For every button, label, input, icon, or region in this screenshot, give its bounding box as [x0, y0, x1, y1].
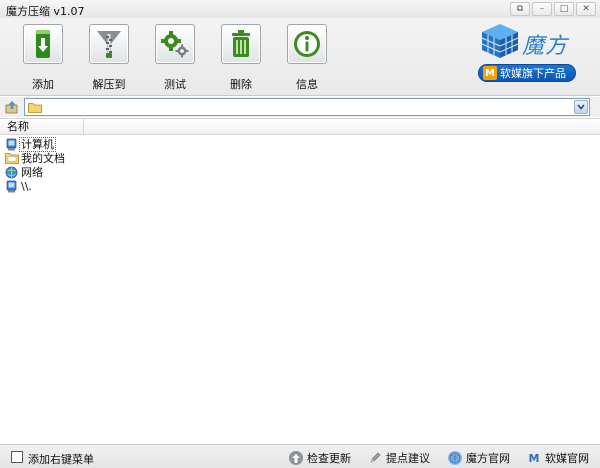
- ruanmei-product-button[interactable]: M 软媒旗下产品: [478, 64, 576, 82]
- globe-icon: [448, 451, 462, 465]
- window-title: 魔方压缩 v1.07: [6, 5, 85, 18]
- column-header-name[interactable]: 名称: [0, 119, 84, 135]
- official-site-link[interactable]: 魔方官网: [448, 450, 510, 466]
- window-controls: ⧉ – □ ✕: [510, 2, 596, 16]
- info-label: 信息: [296, 78, 318, 91]
- context-menu-label[interactable]: 添加右键菜单: [28, 451, 94, 467]
- brand-area: 魔方 M 软媒旗下产品: [476, 20, 600, 94]
- toolbar: 添加 解压到 测试 删除 信息 魔方 M 软媒旗下产品: [0, 18, 600, 96]
- list-item[interactable]: \\.: [4, 179, 66, 193]
- info-button[interactable]: 信息: [275, 24, 339, 92]
- chevron-down-icon[interactable]: [574, 100, 588, 114]
- brand-name: 魔方: [522, 34, 569, 59]
- info-icon: [287, 24, 327, 64]
- test-label: 测试: [164, 78, 186, 91]
- extract-button[interactable]: 解压到: [77, 24, 141, 92]
- close-icon[interactable]: ✕: [576, 2, 596, 16]
- gear-icon: [155, 24, 195, 64]
- add-button[interactable]: 添加: [11, 24, 75, 92]
- check-update-link[interactable]: 检查更新: [289, 450, 351, 466]
- ruanmei-logo-icon: M: [528, 451, 540, 465]
- computer-icon: [4, 138, 19, 151]
- network-icon: [4, 166, 19, 179]
- list-item[interactable]: 我的文档: [4, 151, 66, 165]
- list-item-label: 网络: [21, 165, 43, 179]
- trash-icon: [221, 24, 261, 64]
- feedback-link[interactable]: 提点建议: [368, 450, 430, 466]
- list-item-label: 我的文档: [21, 151, 65, 165]
- list-rows: 计算机 我的文档 网络 \\.: [4, 136, 66, 193]
- delete-button[interactable]: 删除: [209, 24, 273, 92]
- add-label: 添加: [32, 78, 54, 91]
- up-folder-icon[interactable]: [5, 100, 19, 114]
- status-bar: 添加右键菜单 检查更新 提点建议 魔方官网 M 软媒官网: [0, 444, 600, 468]
- minimize-icon[interactable]: –: [532, 2, 552, 16]
- test-button[interactable]: 测试: [143, 24, 207, 92]
- extract-label: 解压到: [92, 78, 126, 91]
- title-bar: 魔方压缩 v1.07 ⧉ – □ ✕: [0, 0, 600, 18]
- arrow-up-icon: [289, 451, 303, 465]
- context-menu-checkbox[interactable]: [11, 451, 23, 463]
- delete-label: 删除: [230, 78, 252, 91]
- restore-icon[interactable]: ⧉: [510, 2, 530, 16]
- add-icon: [23, 24, 63, 64]
- path-combobox[interactable]: [24, 98, 590, 116]
- list-header: 名称: [0, 119, 600, 135]
- file-list[interactable]: 名称 计算机 我的文档 网络 \\.: [0, 118, 600, 444]
- ruanmei-site-link[interactable]: M 软媒官网: [527, 450, 589, 466]
- computer-icon: [4, 180, 19, 193]
- list-item[interactable]: 网络: [4, 165, 66, 179]
- ruanmei-product-label: 软媒旗下产品: [500, 67, 566, 80]
- pencil-icon: [368, 451, 382, 465]
- list-item-label: \\.: [21, 179, 32, 193]
- list-item[interactable]: 计算机: [4, 136, 66, 152]
- list-item-label: 计算机: [19, 136, 56, 152]
- zipper-icon: [89, 24, 129, 64]
- path-bar: [0, 97, 600, 117]
- maximize-icon[interactable]: □: [554, 2, 574, 16]
- cube-logo-icon: [481, 24, 519, 58]
- documents-icon: [4, 152, 19, 165]
- folder-icon: [28, 103, 42, 113]
- ruanmei-logo-icon: M: [483, 66, 497, 80]
